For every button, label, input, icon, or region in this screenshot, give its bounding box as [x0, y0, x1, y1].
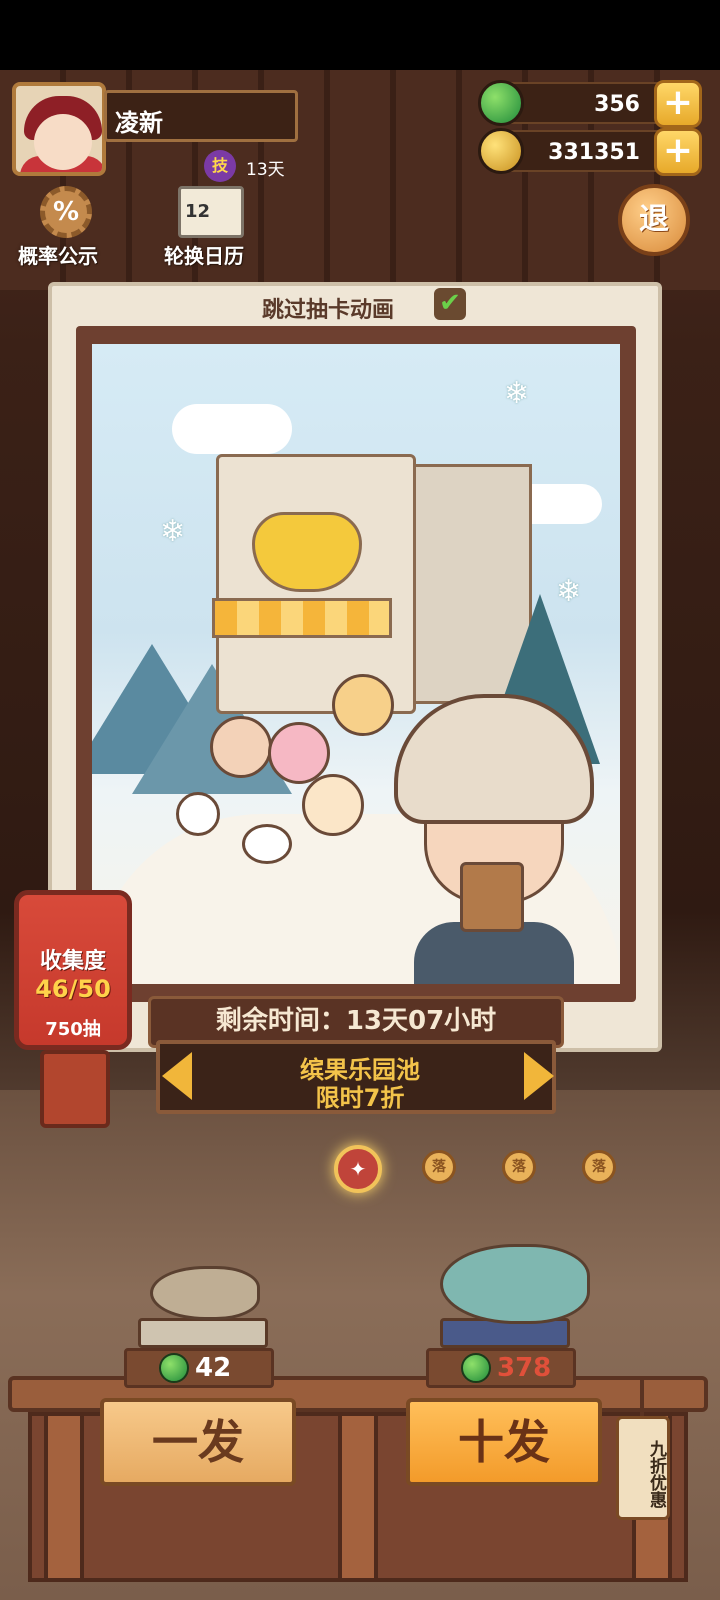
character-pink-girl	[268, 722, 330, 784]
jade-value: 356	[594, 92, 640, 117]
previous-pool-arrow-icon[interactable]	[162, 1052, 192, 1100]
coin-counter: 331351 +	[478, 128, 702, 176]
snowflake-icon: ❄	[556, 574, 582, 609]
snowflake-icon: ❄	[504, 376, 530, 411]
page-dot-active[interactable]: ✦	[334, 1145, 382, 1193]
calendar-label[interactable]: 轮换日历	[164, 240, 244, 269]
percent-gear-icon: %	[40, 186, 92, 238]
lantern-stand	[40, 1050, 110, 1128]
exit-button[interactable]: 退	[618, 184, 690, 256]
discount-tag: 九折优惠	[616, 1416, 670, 1520]
skill-days: 13天	[246, 160, 285, 180]
skip-animation-checkbox[interactable]: ✔	[434, 288, 466, 320]
character-bundled-kid	[302, 774, 364, 836]
single-draw-button[interactable]: 一发	[100, 1398, 296, 1486]
collection-lantern[interactable]: 收集度 46/50 750抽	[14, 890, 132, 1050]
cloud	[172, 404, 292, 454]
rack-pillar	[338, 1412, 378, 1582]
big-fish-icon	[440, 1244, 590, 1324]
avatar-face	[34, 114, 92, 170]
snow-creature	[176, 792, 220, 836]
shop-awning	[212, 598, 392, 638]
banana-sign	[252, 512, 362, 592]
page-dot[interactable]: 落	[582, 1150, 616, 1184]
skill-badge-icon[interactable]: 技	[204, 150, 236, 182]
pool-discount: 限时7折	[315, 1084, 405, 1112]
gacha-card-frame: 跳过抽卡动画 ✔ ❄ ❄ ❄	[48, 282, 662, 1052]
player-avatar[interactable]	[12, 82, 106, 176]
pool-info-panel: 缤果乐园池 限时7折	[156, 1040, 556, 1114]
tag-string	[640, 1376, 644, 1420]
pool-artwork: ❄ ❄ ❄	[92, 344, 620, 984]
calendar-icon[interactable]: 12	[178, 186, 244, 238]
page-dot[interactable]: 落	[422, 1150, 456, 1184]
card-inner-frame: ❄ ❄ ❄	[76, 326, 636, 1002]
coin-icon	[478, 128, 524, 174]
jade-icon	[461, 1353, 491, 1383]
calendar-number: 12	[185, 201, 211, 222]
collection-pulls: 750抽	[45, 1019, 101, 1040]
add-coins-button[interactable]: +	[654, 128, 702, 176]
probability-button[interactable]: %	[28, 186, 104, 248]
skip-animation-label[interactable]: 跳过抽卡动画	[262, 292, 394, 324]
add-jade-button[interactable]: +	[654, 80, 702, 128]
next-pool-arrow-icon[interactable]	[524, 1052, 554, 1100]
jade-icon	[478, 80, 524, 126]
ten-draw-cost: 378	[426, 1348, 576, 1388]
jade-icon	[159, 1353, 189, 1383]
small-fish-icon	[150, 1266, 260, 1320]
coin-value: 331351	[548, 140, 640, 165]
collection-progress: 46/50	[35, 975, 111, 1003]
ten-draw-button[interactable]: 十发	[406, 1398, 602, 1486]
featured-character	[384, 694, 604, 984]
single-draw-cost: 42	[124, 1348, 274, 1388]
single-cost-value: 42	[195, 1353, 232, 1383]
status-bar	[0, 0, 720, 70]
page-dot[interactable]: 落	[502, 1150, 536, 1184]
ten-cost-value: 378	[497, 1353, 552, 1383]
snowflake-icon: ❄	[160, 514, 186, 549]
snow-creature	[242, 824, 292, 864]
player-name: 凌新	[115, 109, 163, 137]
character-girl	[210, 716, 272, 778]
rack-pillar	[44, 1412, 84, 1582]
collection-title: 收集度	[39, 949, 106, 974]
hero-hat	[394, 694, 594, 824]
player-name-bar: 凌新	[104, 90, 298, 142]
jade-counter: 356 +	[478, 80, 702, 128]
hero-cup	[460, 862, 524, 932]
probability-label: 概率公示	[18, 244, 98, 268]
books-stack	[138, 1318, 268, 1348]
